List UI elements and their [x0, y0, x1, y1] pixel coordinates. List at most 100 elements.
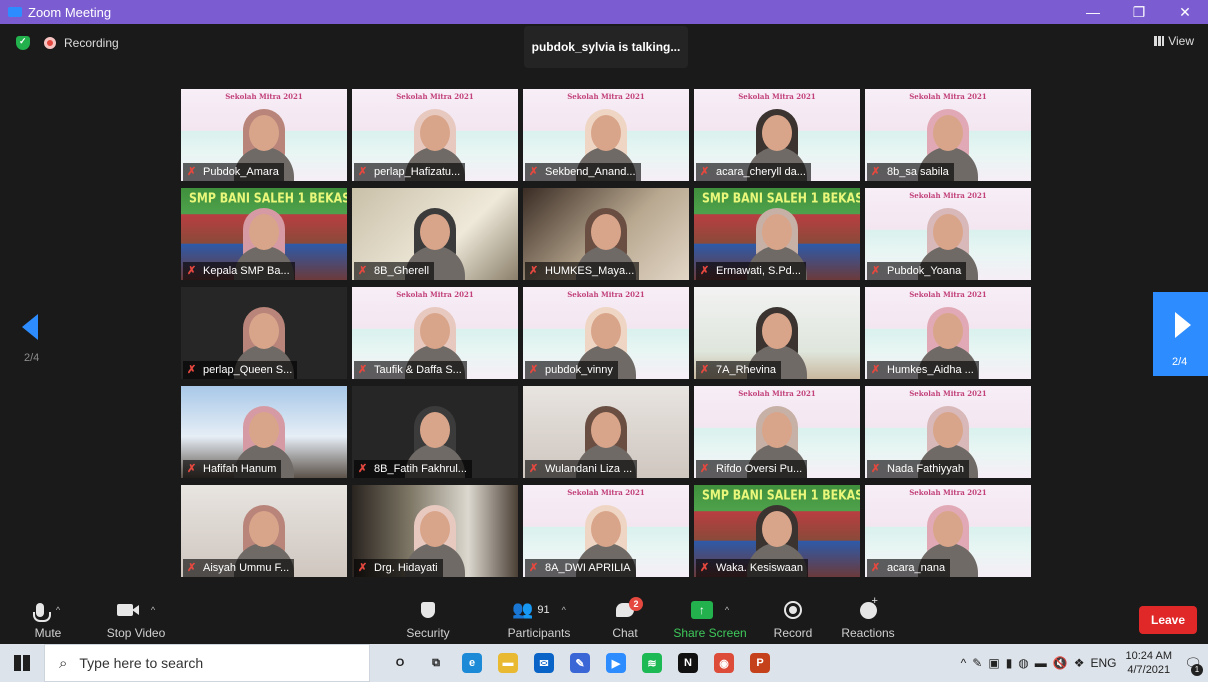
clock[interactable]: 10:24 AM 4/7/2021: [1126, 649, 1172, 677]
netflix-taskbar-button[interactable]: N: [670, 644, 706, 682]
zoom-taskbar-button[interactable]: ▶: [598, 644, 634, 682]
device-icon[interactable]: ▣: [985, 656, 1002, 670]
chevron-up-icon[interactable]: ^: [958, 656, 970, 670]
participant-name: perlap_Hafizatu...: [354, 163, 466, 181]
start-button[interactable]: [0, 644, 44, 682]
participant-tile[interactable]: 7A_Rhevina ✗: [694, 287, 860, 379]
muted-mic-icon: ✗: [529, 265, 539, 277]
share-screen-button[interactable]: ↑ ^ Share Screen: [673, 598, 747, 642]
cortana-taskbar-button[interactable]: O: [382, 644, 418, 682]
muted-mic-icon: ✗: [187, 364, 197, 376]
battery-icon[interactable]: ▬: [1032, 656, 1050, 670]
participant-tile[interactable]: Sekolah Mitra 2021 Nada Fathiyyah ✗: [865, 386, 1031, 478]
participant-tile[interactable]: Sekolah Mitra 2021 8b_sa sabila ✗: [865, 89, 1031, 181]
participant-tile[interactable]: Sekolah Mitra 2021 pubdok_vinny ✗: [523, 287, 689, 379]
reactions-button[interactable]: Reactions: [840, 595, 896, 642]
participant-tile[interactable]: 8B_Gherell ✗: [352, 188, 518, 280]
participant-tile[interactable]: Sekolah Mitra 2021 Pubdok_Amara ✗: [181, 89, 347, 181]
task-view-taskbar-button[interactable]: ⧉: [418, 644, 454, 682]
taskbar-search-box[interactable]: ⌕ Type here to search: [44, 644, 370, 682]
record-button[interactable]: Record: [773, 598, 813, 642]
slide-header-text: Sekolah Mitra 2021: [396, 290, 474, 299]
volume-muted-icon[interactable]: 🔇: [1050, 656, 1071, 670]
meeting-toolbar: ^ Mute ^ Stop Video Security 👥 91 ^ Partic…: [0, 594, 1208, 644]
restore-button[interactable]: ❐: [1116, 0, 1162, 24]
muted-mic-icon: ✗: [187, 562, 197, 574]
stop-video-button[interactable]: ^ Stop Video: [104, 598, 168, 642]
slide-header-text: Sekolah Mitra 2021: [225, 92, 303, 101]
previous-page-button[interactable]: 2/4: [0, 294, 62, 374]
action-center-button[interactable]: 🗨 1: [1178, 644, 1208, 682]
pen-icon[interactable]: ✎: [969, 656, 985, 670]
participant-tile[interactable]: SMP BANI SALEH 1 BEKASI Waka. Kesiswaan ✗: [694, 485, 860, 577]
reactions-label: Reactions: [841, 626, 895, 640]
netflix-icon: N: [678, 653, 698, 673]
stop-video-label: Stop Video: [106, 626, 166, 640]
participant-tile[interactable]: HUMKES_Maya... ✗: [523, 188, 689, 280]
camera-icon: [116, 604, 139, 616]
participant-tile[interactable]: Sekolah Mitra 2021 Taufik & Daffa S... ✗: [352, 287, 518, 379]
minimize-button[interactable]: —: [1070, 0, 1116, 24]
slide-header-text: Sekolah Mitra 2021: [738, 389, 816, 398]
chrome-taskbar-button[interactable]: ◉: [706, 644, 742, 682]
participant-tile[interactable]: Sekolah Mitra 2021 acara_nana ✗: [865, 485, 1031, 577]
cortana-icon: O: [395, 657, 405, 669]
participants-icon: 👥: [512, 600, 534, 619]
muted-mic-icon: ✗: [871, 166, 881, 178]
participant-tile[interactable]: Sekolah Mitra 2021 Sekbend_Anand... ✗: [523, 89, 689, 181]
chevron-up-icon[interactable]: ^: [151, 605, 155, 615]
security-button[interactable]: Security: [403, 598, 453, 642]
mute-button[interactable]: ^ Mute: [26, 598, 70, 642]
participant-tile[interactable]: Aisyah Ummu F... ✗: [181, 485, 347, 577]
mail-icon: ✉: [534, 653, 554, 673]
file-explorer-taskbar-button[interactable]: ▬: [490, 644, 526, 682]
participant-tile[interactable]: 8B_Fatih Fakhrul... ✗: [352, 386, 518, 478]
participant-tile[interactable]: Sekolah Mitra 2021 perlap_Hafizatu... ✗: [352, 89, 518, 181]
chrome-icon: ◉: [714, 653, 734, 673]
close-button[interactable]: ✕: [1162, 0, 1208, 24]
chat-button[interactable]: 2 Chat: [610, 597, 643, 642]
muted-mic-icon: ✗: [358, 463, 368, 475]
language-indicator[interactable]: ENG: [1088, 656, 1120, 670]
participant-tile[interactable]: Wulandani Liza ... ✗: [523, 386, 689, 478]
participant-tile[interactable]: Sekolah Mitra 2021 8A_DWI APRILIA ✗: [523, 485, 689, 577]
participant-tile[interactable]: Sekolah Mitra 2021 acara_cheryll da... ✗: [694, 89, 860, 181]
mute-label: Mute: [34, 626, 62, 640]
network-icon[interactable]: ◍: [1015, 656, 1031, 670]
powerpoint-taskbar-button[interactable]: P: [742, 644, 778, 682]
edge-taskbar-button[interactable]: e: [454, 644, 490, 682]
chevron-up-icon[interactable]: ^: [56, 605, 60, 615]
participant-tile[interactable]: Sekolah Mitra 2021 Rifdo Oversi Pu... ✗: [694, 386, 860, 478]
muted-mic-icon: ✗: [700, 166, 710, 178]
participant-tile[interactable]: Hafifah Hanum ✗: [181, 386, 347, 478]
security-label: Security: [406, 626, 450, 640]
leave-button[interactable]: Leave: [1139, 606, 1197, 634]
participant-tile[interactable]: Sekolah Mitra 2021 Humkes_Aidha ... ✗: [865, 287, 1031, 379]
spotify-taskbar-button[interactable]: ≋: [634, 644, 670, 682]
encryption-shield-icon[interactable]: [16, 36, 30, 50]
arrow-left-icon: [22, 314, 38, 340]
view-button[interactable]: View: [1154, 34, 1194, 48]
participant-tile[interactable]: SMP BANI SALEH 1 BEKASI Kepala SMP Ba... ✗: [181, 188, 347, 280]
chevron-up-icon[interactable]: ^: [725, 605, 729, 615]
chevron-up-icon[interactable]: ^: [562, 605, 566, 615]
slide-header-text: Sekolah Mitra 2021: [396, 92, 474, 101]
task-view-icon: ⧉: [432, 656, 440, 669]
participant-tile[interactable]: perlap_Queen S... ✗: [181, 287, 347, 379]
whiteboard-taskbar-button[interactable]: ✎: [562, 644, 598, 682]
mail-taskbar-button[interactable]: ✉: [526, 644, 562, 682]
participant-tile[interactable]: Drg. Hidayati ✗: [352, 485, 518, 577]
app-tray-icon[interactable]: ❖: [1071, 656, 1088, 670]
slide-header-text: Sekolah Mitra 2021: [909, 290, 987, 299]
view-label: View: [1168, 34, 1194, 48]
next-page-button[interactable]: 2/4: [1153, 292, 1208, 376]
participant-tile[interactable]: SMP BANI SALEH 1 BEKASI Ermawati, S.Pd...…: [694, 188, 860, 280]
muted-mic-icon: ✗: [187, 265, 197, 277]
share-arrow-icon: ↑: [690, 601, 713, 619]
usb-icon[interactable]: ▮: [1003, 656, 1016, 670]
participants-button[interactable]: 👥 91 ^ Participants: [494, 598, 584, 642]
participant-name: Humkes_Aidha ...: [867, 361, 979, 379]
participant-tile[interactable]: Sekolah Mitra 2021 Pubdok_Yoana ✗: [865, 188, 1031, 280]
slide-header-text: Sekolah Mitra 2021: [909, 191, 987, 200]
muted-mic-icon: ✗: [871, 364, 881, 376]
